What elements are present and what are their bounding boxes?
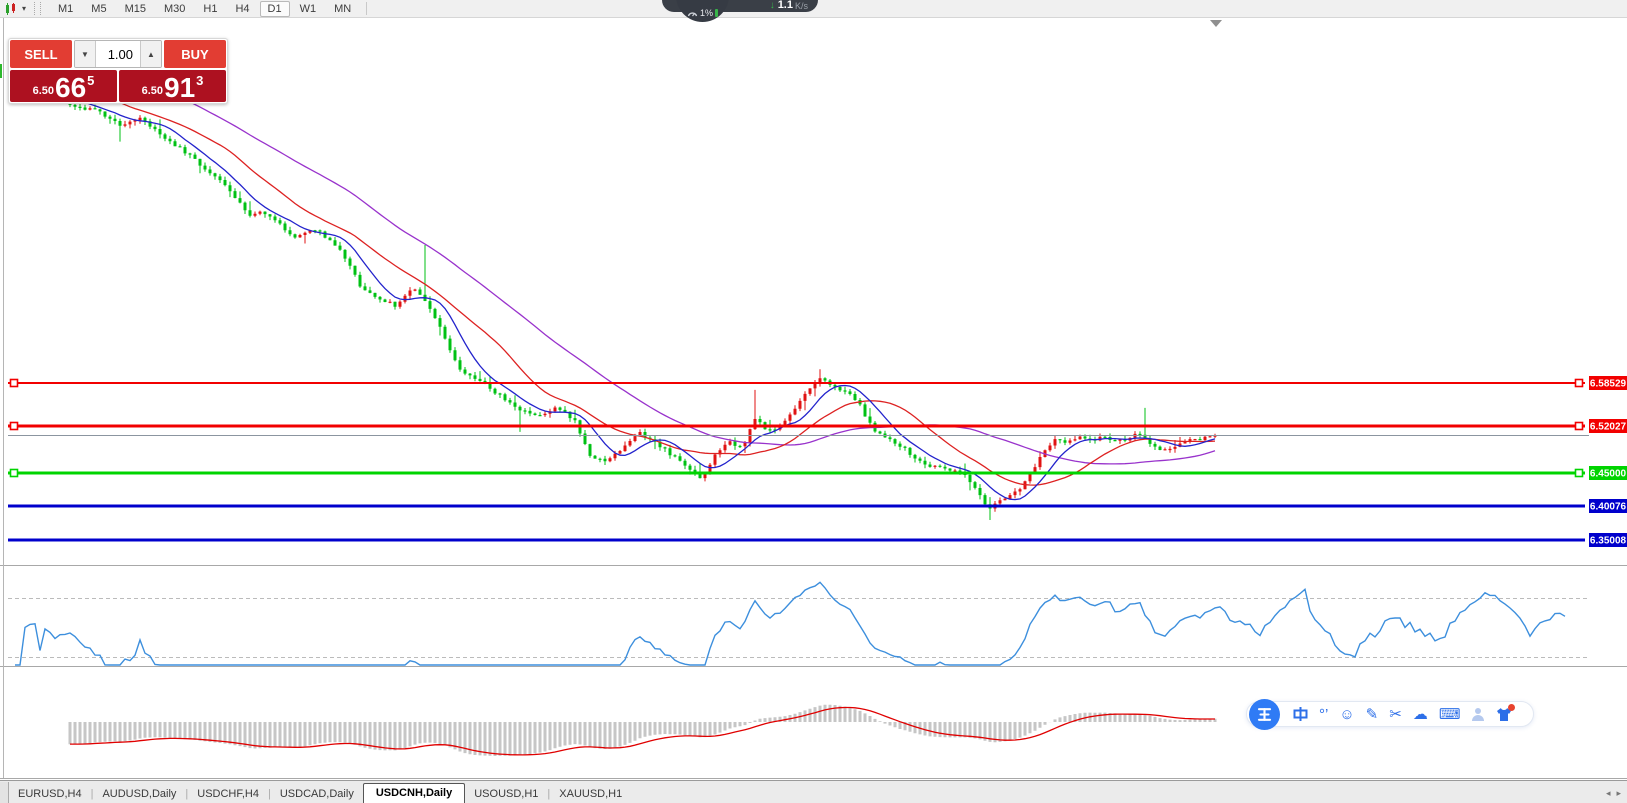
net-speed-value: 1.1 (778, 0, 793, 11)
download-arrow-icon: ↓ (770, 0, 775, 11)
horizontal-line-6.58529[interactable]: 6.58529 (8, 376, 1627, 390)
volume-stepper: ▼ 1.00 ▲ (74, 40, 162, 68)
timeframe-h4[interactable]: H4 (227, 1, 257, 17)
tab-scroll-strip[interactable] (0, 782, 9, 803)
chart-type-dropdown-icon[interactable]: ▾ (22, 4, 26, 13)
notification-badge (1508, 704, 1515, 711)
tab-list: EURUSD,H4|AUDUSD,Daily|USDCHF,H4|USDCAD,… (9, 783, 631, 803)
tab-xauusd-h1[interactable]: XAUUSD,H1 (550, 785, 631, 803)
volume-increase-button[interactable]: ▲ (140, 41, 161, 67)
macd-signal-line (70, 708, 1215, 755)
buy-price-pip: 3 (196, 73, 203, 88)
tab-audusd-daily[interactable]: AUDUSD,Daily (93, 785, 185, 803)
timeframe-m5[interactable]: M5 (83, 1, 114, 17)
emoji-icon[interactable]: ☺ (1339, 707, 1354, 722)
cpu-bar-icon (715, 9, 718, 17)
sell-price-small: 6.50 (33, 85, 54, 97)
horizontal-line-6.45000[interactable]: 6.45000 (8, 466, 1627, 480)
timeframe-m1[interactable]: M1 (50, 1, 81, 17)
toolbar-grip[interactable] (34, 2, 41, 15)
toolbar-separator (366, 2, 367, 15)
sell-button[interactable]: SELL (10, 40, 72, 68)
ma-slow-line (70, 39, 1215, 464)
left-edge-mark (0, 64, 2, 78)
sell-price-big: 66 (55, 76, 86, 100)
timeframe-d1[interactable]: D1 (260, 1, 290, 17)
handwriting-icon[interactable]: ✎ (1366, 707, 1379, 722)
sogou-logo-icon[interactable] (1249, 699, 1280, 730)
one-click-trading-panel: SELL ▼ 1.00 ▲ BUY 6.50 66 5 6.50 91 3 (8, 38, 228, 104)
tab-usdchf-h4[interactable]: USDCHF,H4 (188, 785, 268, 803)
net-speed-unit: K/s (795, 1, 808, 11)
cpu-usage-value: 1% (700, 8, 713, 18)
svg-text:6.40076: 6.40076 (1590, 502, 1627, 513)
cloud-icon[interactable]: ☁ (1413, 707, 1428, 722)
tab-usdcnh-daily[interactable]: USDCNH,Daily (363, 783, 465, 803)
chart-shift-marker-icon[interactable] (1208, 19, 1224, 28)
timeframe-m15[interactable]: M15 (117, 1, 154, 17)
mt4-window: 6.58529 6.52027 6.45000 6.40076 6.35008 … (0, 0, 1627, 803)
tab-eurusd-h4[interactable]: EURUSD,H4 (9, 785, 91, 803)
ime-toolbar: °’ ☺ ✎ ✂ ☁ ⌨ (1246, 701, 1534, 727)
svg-text:6.35008: 6.35008 (1590, 536, 1627, 547)
ma-fast-line (70, 94, 1215, 499)
scissors-icon[interactable]: ✂ (1389, 707, 1402, 722)
timeframe-buttons: M1M5M15M30H1H4D1W1MN (49, 1, 360, 17)
svg-text:6.52027: 6.52027 (1590, 422, 1627, 433)
user-icon[interactable] (1471, 707, 1485, 722)
oscillator-line (15, 582, 1565, 665)
volume-decrease-button[interactable]: ▼ (75, 41, 96, 67)
buy-price-big: 91 (164, 76, 195, 100)
horizontal-line-6.40076[interactable]: 6.40076 (8, 499, 1627, 513)
sell-price[interactable]: 6.50 66 5 (10, 70, 117, 102)
tab-usdcad-daily[interactable]: USDCAD,Daily (271, 785, 363, 803)
tab-scroll-right-icon[interactable]: ▸ (1616, 788, 1621, 799)
ma-mid-line (70, 77, 1215, 486)
oscillator-levels (8, 599, 1588, 658)
horizontal-line-6.35008[interactable]: 6.35008 (8, 533, 1627, 547)
buy-price[interactable]: 6.50 91 3 (119, 70, 226, 102)
chinese-mode-icon[interactable] (1293, 706, 1308, 722)
skin-icon[interactable] (1496, 707, 1512, 722)
sell-price-pip: 5 (87, 73, 94, 88)
ime-icons: °’ ☺ ✎ ✂ ☁ ⌨ (1293, 706, 1512, 722)
gauge-icon (687, 9, 698, 18)
volume-input[interactable]: 1.00 (96, 41, 140, 67)
candles-layer (69, 100, 1217, 520)
buy-price-small: 6.50 (142, 85, 163, 97)
timeframe-mn[interactable]: MN (326, 1, 359, 17)
keyboard-icon[interactable]: ⌨ (1439, 707, 1461, 722)
timeframe-w1[interactable]: W1 (292, 1, 325, 17)
tab-scroll-left-icon[interactable]: ◂ (1606, 788, 1611, 799)
price-chart-canvas[interactable]: 6.58529 6.52027 6.45000 6.40076 6.35008 (0, 0, 1627, 803)
svg-text:6.45000: 6.45000 (1590, 469, 1627, 480)
punctuation-icon[interactable]: °’ (1319, 707, 1328, 722)
tab-usousd-h1[interactable]: USOUSD,H1 (465, 785, 547, 803)
timeframe-m30[interactable]: M30 (156, 1, 193, 17)
timeframe-h1[interactable]: H1 (195, 1, 225, 17)
buy-button[interactable]: BUY (164, 40, 226, 68)
chart-tabs: EURUSD,H4|AUDUSD,Daily|USDCHF,H4|USDCAD,… (0, 780, 1627, 803)
macd-histogram (70, 705, 1215, 756)
chart-type-icon[interactable] (4, 3, 20, 15)
svg-text:6.58529: 6.58529 (1590, 379, 1627, 390)
